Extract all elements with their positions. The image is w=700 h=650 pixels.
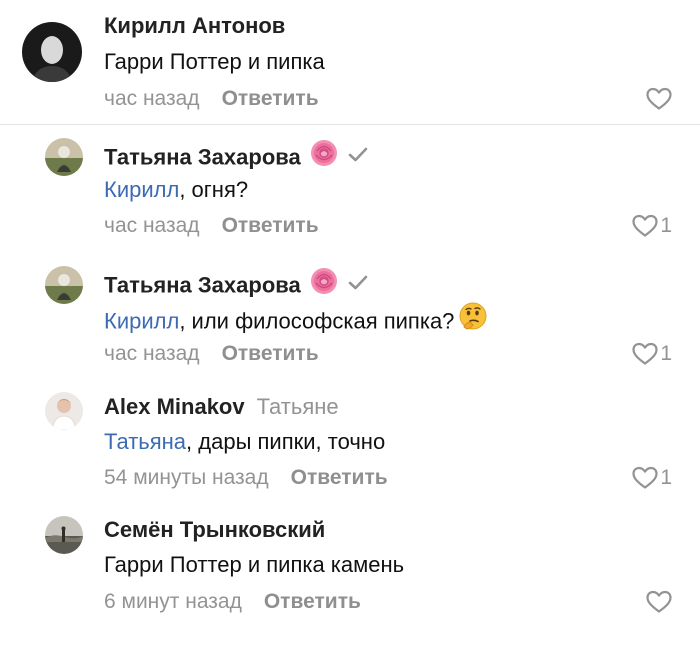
mention-link[interactable]: Татьяна <box>104 429 186 454</box>
avatar[interactable] <box>22 22 82 82</box>
reply-button[interactable]: Ответить <box>264 590 361 613</box>
heart-icon <box>646 590 672 613</box>
divider <box>0 124 700 125</box>
comment-body: , или философская пипка? <box>179 308 455 334</box>
comment-text: Кирилл, или философская пипка? <box>104 301 488 341</box>
rose-emoji-icon <box>309 266 339 303</box>
like-button[interactable]: 1 <box>632 213 672 239</box>
comment-text: Гарри Поттер и пипка камень <box>104 552 405 577</box>
comment-time[interactable]: 6 минут назад <box>104 590 242 613</box>
comment-text: Татьяна, дары пипки, точно <box>104 428 385 456</box>
avatar[interactable] <box>45 516 83 554</box>
comment-time[interactable]: 54 минуты назад <box>104 466 269 489</box>
like-button[interactable] <box>646 86 672 112</box>
verified-check-icon <box>347 143 369 171</box>
reply-button[interactable]: Ответить <box>222 87 319 110</box>
comment-time[interactable]: час назад <box>104 342 200 365</box>
rose-emoji-icon <box>309 138 339 175</box>
comment-text: Кирилл, огня? <box>104 176 248 204</box>
reply-button[interactable]: Ответить <box>222 342 319 365</box>
avatar-outdoor-photo-icon <box>45 266 83 304</box>
heart-icon <box>632 214 658 237</box>
avatar[interactable] <box>45 266 83 304</box>
heart-icon <box>646 87 672 110</box>
like-button[interactable]: 1 <box>632 465 672 491</box>
mention-link[interactable]: Кирилл <box>104 177 179 202</box>
reply-button[interactable]: Ответить <box>222 214 319 237</box>
thinking-face-emoji-icon <box>458 301 488 338</box>
comment-body: , огня? <box>179 177 249 202</box>
like-count: 1 <box>660 214 672 237</box>
author-name[interactable]: Alex Minakov <box>104 394 245 419</box>
mention-link[interactable]: Кирилл <box>104 308 179 333</box>
avatar-outdoor-photo-icon <box>45 138 83 176</box>
avatar[interactable] <box>45 392 83 430</box>
comment-time[interactable]: час назад <box>104 87 200 110</box>
avatar[interactable] <box>45 138 83 176</box>
author-name[interactable]: Семён Трынковский <box>104 517 325 542</box>
avatar-person-light-icon <box>45 392 83 430</box>
like-count: 1 <box>660 342 672 365</box>
heart-icon <box>632 466 658 489</box>
like-button[interactable] <box>646 589 672 615</box>
author-name[interactable]: Татьяна Захарова <box>104 272 301 297</box>
reply-to-label[interactable]: Татьяне <box>257 394 339 419</box>
reply-button[interactable]: Ответить <box>291 466 388 489</box>
author-name[interactable]: Татьяна Захарова <box>104 144 301 169</box>
comment-time[interactable]: час назад <box>104 214 200 237</box>
verified-check-icon <box>347 271 369 299</box>
author-name[interactable]: Кирилл Антонов <box>104 13 285 38</box>
like-button[interactable]: 1 <box>632 341 672 367</box>
avatar-landscape-icon <box>45 516 83 554</box>
heart-icon <box>632 342 658 365</box>
like-count: 1 <box>660 466 672 489</box>
avatar-dark-portrait-icon <box>22 22 82 82</box>
comment-text: Гарри Поттер и пипка <box>104 49 325 74</box>
comment-body: , дары пипки, точно <box>186 429 386 454</box>
